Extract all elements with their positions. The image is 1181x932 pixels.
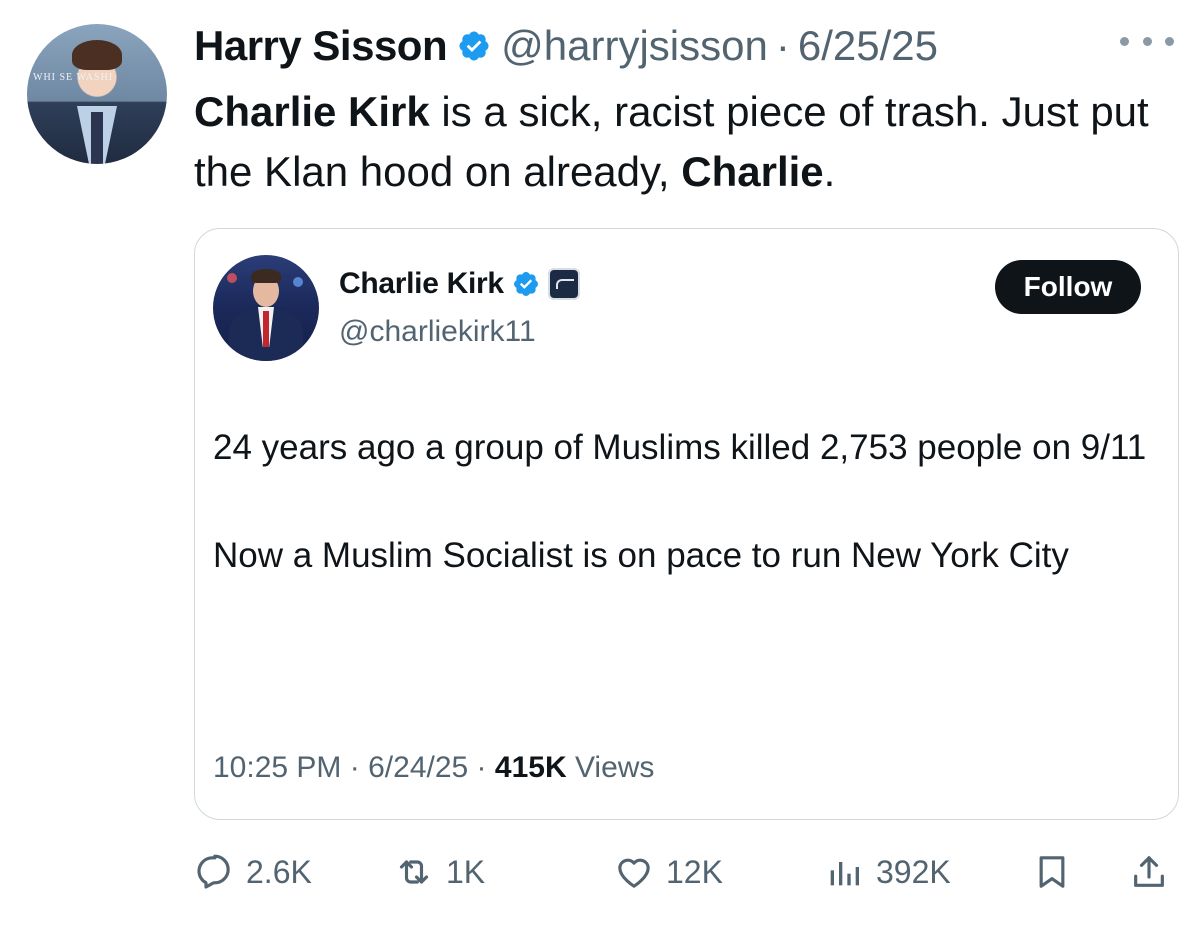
- reply-button[interactable]: 2.6K: [194, 842, 312, 902]
- share-icon: [1134, 856, 1164, 887]
- quoted-tweet-meta: 10:25 PM · 6/24/25 · 415K Views: [213, 751, 655, 784]
- repost-count: 1K: [446, 853, 486, 890]
- quoted-paragraph-1: 24 years ago a group of Muslims killed 2…: [213, 428, 1147, 467]
- quoted-paragraph-2: Now a Muslim Socialist is on pace to run…: [213, 536, 1069, 575]
- quoted-author-avatar[interactable]: [213, 255, 319, 361]
- quoted-views-count: 415K: [494, 751, 567, 784]
- more-icon[interactable]: [1120, 26, 1174, 56]
- repost-icon: [399, 860, 429, 884]
- action-bar: 2.6K 1K 12K 392K: [194, 842, 1179, 902]
- tweet-date[interactable]: 6/25/25: [798, 18, 938, 74]
- tweet-text: Charlie Kirk is a sick, racist piece of …: [194, 88, 1149, 195]
- like-count: 12K: [666, 853, 723, 890]
- author-name[interactable]: Harry Sisson: [194, 18, 448, 74]
- quoted-author-name[interactable]: Charlie Kirk: [339, 267, 504, 301]
- author-handle[interactable]: @harryjsisson: [501, 18, 768, 74]
- verified-badge-icon: [459, 31, 489, 61]
- reply-count: 2.6K: [246, 853, 312, 890]
- quoted-author-row: Charlie Kirk: [339, 267, 580, 301]
- mention-charlie: Charlie: [681, 148, 824, 195]
- views-icon: [830, 862, 859, 886]
- follow-button[interactable]: Follow: [995, 260, 1141, 314]
- quoted-time[interactable]: 10:25 PM: [213, 751, 341, 784]
- quoted-views-label: Views: [574, 751, 655, 784]
- verified-badge-icon: [513, 272, 538, 296]
- quoted-tweet-card[interactable]: Charlie Kirk @charliekirk11 Follow 24 ye…: [194, 228, 1179, 820]
- mention-charlie-kirk: Charlie Kirk: [194, 88, 430, 135]
- bookmark-icon: [1039, 856, 1065, 888]
- quoted-tweet-text: 24 years ago a group of Muslims killed 2…: [213, 421, 1163, 637]
- quoted-author-handle[interactable]: @charliekirk11: [339, 315, 536, 349]
- avatar-backdrop-text: WHI SE WASHI: [33, 72, 114, 83]
- like-icon: [618, 858, 650, 888]
- like-button[interactable]: 12K: [614, 842, 723, 902]
- bookmark-button[interactable]: [1032, 842, 1072, 902]
- repost-button[interactable]: 1K: [394, 842, 485, 902]
- share-button[interactable]: [1129, 842, 1169, 902]
- reply-icon: [197, 854, 230, 889]
- author-avatar[interactable]: WHI SE WASHI: [27, 24, 167, 164]
- views-button[interactable]: 392K: [824, 842, 951, 902]
- views-count: 392K: [876, 853, 951, 890]
- org-affiliation-icon[interactable]: [547, 268, 580, 300]
- quoted-date[interactable]: 6/24/25: [368, 751, 468, 784]
- separator-dot: ·: [775, 22, 790, 69]
- tweet-header: Harry Sisson @harryjsisson · 6/25/25: [194, 18, 938, 74]
